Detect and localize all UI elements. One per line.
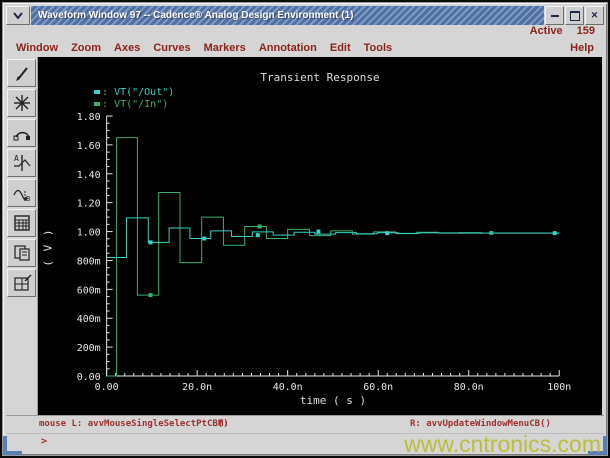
- svg-text:1.80: 1.80: [77, 112, 101, 123]
- svg-text:1.00: 1.00: [77, 228, 101, 239]
- menu-markers[interactable]: Markers: [204, 42, 246, 54]
- menu-zoom[interactable]: Zoom: [71, 42, 101, 54]
- arc-markers-button[interactable]: [7, 119, 36, 147]
- menu-bar: Window Zoom Axes Curves Markers Annotati…: [6, 39, 604, 57]
- active-status: Active 159: [530, 25, 595, 39]
- svg-text:1.60: 1.60: [77, 141, 101, 152]
- copy-window-icon: [12, 243, 32, 263]
- calculator-icon: [12, 213, 32, 233]
- status-mouse-middle: M:: [218, 419, 229, 429]
- maximize-button[interactable]: [565, 6, 584, 25]
- split-window-icon: [12, 273, 32, 293]
- menu-help[interactable]: Help: [570, 42, 594, 54]
- window-menu-button[interactable]: [6, 6, 30, 25]
- svg-text:80.0n: 80.0n: [454, 382, 484, 393]
- brush-icon: [12, 63, 32, 83]
- title-bar[interactable]: Waveform Window 97 -- Cadence® Analog De…: [6, 6, 604, 25]
- svg-text:1.20: 1.20: [77, 199, 101, 210]
- active-label: Active: [530, 25, 563, 39]
- svg-text:600m: 600m: [77, 285, 101, 296]
- svg-text:1.40: 1.40: [77, 170, 101, 181]
- prompt-symbol: >: [41, 436, 47, 447]
- plot-area[interactable]: Transient Response : VT("/Out") : VT("/I…: [38, 57, 602, 417]
- status-mouse-left: mouse L: avvMouseSingleSelectPtCB(): [39, 419, 229, 429]
- menu-axes[interactable]: Axes: [114, 42, 140, 54]
- menu-edit[interactable]: Edit: [330, 42, 351, 54]
- window-title: Waveform Window 97 -- Cadence® Analog De…: [38, 10, 353, 21]
- menu-tools[interactable]: Tools: [364, 42, 393, 54]
- copy-window-button[interactable]: [7, 239, 36, 267]
- svg-text:20.0n: 20.0n: [182, 382, 212, 393]
- left-toolbar: A B: [6, 57, 38, 417]
- active-count: 159: [577, 25, 595, 39]
- main-area: A B: [6, 57, 602, 417]
- brush-button[interactable]: [7, 59, 36, 87]
- svg-text:100n: 100n: [547, 382, 571, 393]
- zoom-fit-button[interactable]: [7, 89, 36, 117]
- waveform-window: Waveform Window 97 -- Cadence® Analog De…: [0, 0, 610, 458]
- watermark: www.cntronics.com: [404, 431, 601, 458]
- waveform-b-button[interactable]: B: [7, 179, 36, 207]
- resize-handle-bottom-left[interactable]: [3, 436, 22, 455]
- menu-annotation[interactable]: Annotation: [259, 42, 317, 54]
- menu-window[interactable]: Window: [16, 42, 58, 54]
- svg-text:200m: 200m: [77, 343, 101, 354]
- chevron-down-icon: [13, 12, 23, 19]
- maximize-icon: [570, 11, 580, 21]
- vertical-marker-a-button[interactable]: A: [7, 149, 36, 177]
- close-icon: ✕: [591, 10, 599, 21]
- chart-canvas[interactable]: 0.00 200m 400m 600m 800m 1.00 1.20 1.40 1.60 1.80…: [38, 57, 602, 417]
- svg-text:A: A: [14, 154, 19, 163]
- close-button[interactable]: ✕: [585, 6, 604, 25]
- svg-text:0.00: 0.00: [95, 382, 119, 393]
- menu-curves[interactable]: Curves: [153, 42, 190, 54]
- waveform-b-icon: B: [12, 183, 32, 203]
- star-arrows-icon: [12, 93, 32, 113]
- split-window-button[interactable]: [7, 269, 36, 297]
- marker-a-icon: A: [12, 153, 32, 173]
- svg-text:60.0n: 60.0n: [363, 382, 393, 393]
- svg-text:B: B: [26, 195, 30, 203]
- arc-icon: [12, 123, 32, 143]
- status-mouse-right: R: avvUpdateWindowMenuCB(): [410, 419, 551, 429]
- window-frame: Waveform Window 97 -- Cadence® Analog De…: [2, 2, 608, 456]
- svg-text:40.0n: 40.0n: [273, 382, 303, 393]
- title-stripe: Waveform Window 97 -- Cadence® Analog De…: [31, 6, 544, 25]
- svg-text:400m: 400m: [77, 314, 101, 325]
- svg-text:800m: 800m: [77, 256, 101, 267]
- calculator-button[interactable]: [7, 209, 36, 237]
- minimize-button[interactable]: [545, 6, 564, 25]
- minimize-icon: [551, 15, 559, 17]
